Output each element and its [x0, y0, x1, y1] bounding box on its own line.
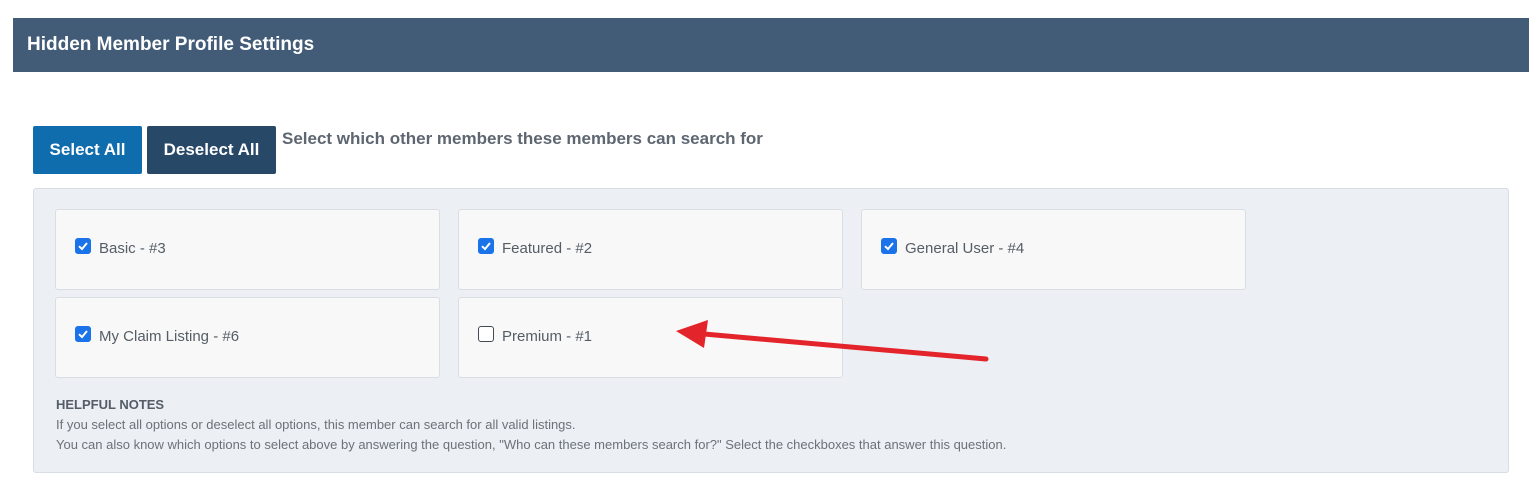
option-label: Basic - #3 [99, 240, 166, 257]
option-card-basic[interactable]: Basic - #3 [55, 209, 440, 290]
selection-prompt: Select which other members these members… [282, 129, 763, 148]
options-panel: Basic - #3 Featured - #2 General User - … [33, 188, 1509, 473]
checkbox-general-user[interactable] [881, 238, 897, 254]
check-icon [884, 242, 894, 251]
deselect-all-button[interactable]: Deselect All [147, 126, 276, 174]
option-label: Premium - #1 [502, 328, 593, 345]
select-all-button[interactable]: Select All [33, 126, 142, 174]
option-label: My Claim Listing - #6 [99, 328, 240, 345]
option-card-my-claim-listing[interactable]: My Claim Listing - #6 [55, 297, 440, 378]
section-title: Hidden Member Profile Settings [27, 34, 315, 55]
checkbox-basic[interactable] [75, 238, 91, 254]
option-card-general-user[interactable]: General User - #4 [861, 209, 1246, 290]
checkbox-featured[interactable] [478, 238, 494, 254]
option-card-featured[interactable]: Featured - #2 [458, 209, 843, 290]
notes-line-1: If you select all options or deselect al… [56, 417, 576, 432]
check-icon [78, 330, 88, 339]
option-card-premium[interactable]: Premium - #1 [458, 297, 843, 378]
checkbox-my-claim-listing[interactable] [75, 326, 91, 342]
section-header: Hidden Member Profile Settings [13, 18, 1529, 72]
checkbox-premium[interactable] [478, 326, 494, 342]
option-label: General User - #4 [905, 240, 1025, 257]
option-label: Featured - #2 [502, 240, 593, 257]
notes-line-2: You can also know which options to selec… [56, 437, 1007, 452]
helpful-notes: HELPFUL NOTES If you select all options … [56, 395, 1006, 455]
notes-title: HELPFUL NOTES [56, 397, 165, 412]
check-icon [78, 242, 88, 251]
check-icon [481, 242, 491, 251]
